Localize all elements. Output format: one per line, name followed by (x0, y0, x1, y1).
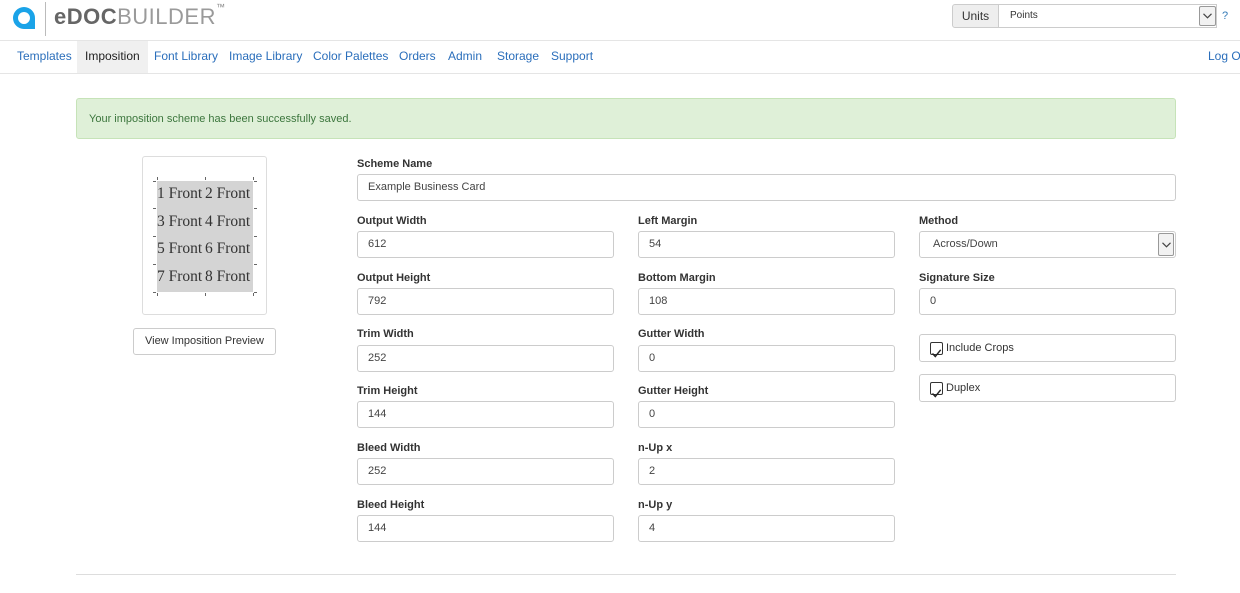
help-link[interactable]: ? (1222, 10, 1228, 22)
preview-cell: 2 Front (205, 185, 251, 202)
success-alert: Your imposition scheme has been successf… (76, 98, 1176, 139)
crop-mark (254, 208, 257, 209)
n-up-y-input[interactable]: 4 (638, 515, 895, 542)
crop-mark (254, 264, 257, 265)
bleed-width-label: Bleed Width (357, 442, 421, 454)
brand-logo-text[interactable]: eDOCBUILDER™ (54, 2, 226, 30)
preview-row: 3 Front 4 Front (157, 209, 253, 235)
gutter-height-input[interactable]: 0 (638, 401, 895, 428)
edoc-logo-icon[interactable] (10, 3, 38, 33)
left-margin-input[interactable]: 54 (638, 231, 895, 258)
crop-mark (254, 236, 257, 237)
preview-cell: 4 Front (205, 213, 251, 230)
gutter-width-input[interactable]: 0 (638, 345, 895, 372)
logo-divider (45, 2, 46, 36)
n-up-x-input[interactable]: 2 (638, 458, 895, 485)
include-crops-label: Include Crops (946, 342, 1014, 354)
crop-mark (153, 292, 156, 293)
units-select[interactable]: Points (999, 4, 1217, 28)
main-nav: Templates Imposition Font Library Image … (0, 41, 1240, 74)
nav-admin[interactable]: Admin (448, 41, 482, 73)
output-width-label: Output Width (357, 215, 427, 227)
gutter-width-label: Gutter Width (638, 328, 705, 340)
preview-row: 1 Front 2 Front (157, 181, 253, 207)
crop-mark (253, 293, 254, 296)
logout-link[interactable]: Log Out (1208, 41, 1240, 72)
preview-row: 5 Front 6 Front (157, 236, 253, 262)
bleed-height-label: Bleed Height (357, 499, 425, 511)
checkmark-icon (931, 389, 942, 398)
signature-size-label: Signature Size (919, 272, 995, 284)
preview-cell: 8 Front (205, 268, 251, 285)
left-margin-label: Left Margin (638, 215, 698, 227)
checkmark-icon (931, 349, 942, 358)
gutter-height-label: Gutter Height (638, 385, 709, 397)
units-select-value: Points (1010, 10, 1038, 21)
crop-mark (157, 293, 158, 296)
bleed-width-input[interactable]: 252 (357, 458, 614, 485)
n-up-y-label: n-Up y (638, 499, 673, 511)
duplex-field[interactable]: Duplex (919, 374, 1176, 402)
scheme-name-label: Scheme Name (357, 158, 433, 170)
crop-mark (205, 293, 206, 296)
brand-bold: eDOC (54, 4, 118, 29)
method-select-value: Across/Down (933, 238, 998, 250)
include-crops-checkbox[interactable] (930, 342, 943, 358)
crop-mark (153, 264, 156, 265)
units-control: Units Points (952, 4, 1217, 28)
method-select[interactable]: Across/Down (919, 231, 1176, 258)
bottom-margin-label: Bottom Margin (638, 272, 716, 284)
preview-cell: 7 Front (157, 268, 203, 285)
scheme-name-input[interactable]: Example Business Card (357, 174, 1176, 201)
signature-size-input[interactable]: 0 (919, 288, 1176, 315)
output-height-input[interactable]: 792 (357, 288, 614, 315)
brand-trademark: ™ (215, 2, 226, 12)
crop-mark (253, 177, 254, 180)
crop-mark (254, 181, 257, 182)
crop-mark (153, 208, 156, 209)
nav-color-palettes[interactable]: Color Palettes (313, 41, 388, 73)
app-header: eDOCBUILDER™ Units Points ? (0, 0, 1240, 41)
trim-height-input[interactable]: 144 (357, 401, 614, 428)
n-up-x-label: n-Up x (638, 442, 673, 454)
nav-support[interactable]: Support (551, 41, 593, 73)
trim-height-label: Trim Height (357, 385, 418, 397)
chevron-down-icon[interactable] (1199, 6, 1216, 26)
nav-imposition[interactable]: Imposition (77, 41, 148, 73)
imposition-grid: 1 Front 2 Front 3 Front 4 Front 5 Front 6 F… (157, 181, 253, 292)
nav-orders[interactable]: Orders (399, 41, 436, 73)
include-crops-field[interactable]: Include Crops (919, 334, 1176, 362)
bottom-margin-input[interactable]: 108 (638, 288, 895, 315)
duplex-checkbox[interactable] (930, 382, 943, 398)
preview-cell: 1 Front (157, 185, 203, 202)
bleed-height-input[interactable]: 144 (357, 515, 614, 542)
nav-storage[interactable]: Storage (497, 41, 539, 73)
brand-light: BUILDER (117, 4, 216, 29)
preview-row: 7 Front 8 Front (157, 264, 253, 290)
duplex-label: Duplex (946, 382, 981, 394)
crop-mark (157, 177, 158, 180)
chevron-down-icon[interactable] (1158, 233, 1174, 256)
imposition-thumbnail: 1 Front 2 Front 3 Front 4 Front 5 Front 6 F… (142, 156, 267, 315)
output-width-input[interactable]: 612 (357, 231, 614, 258)
trim-width-label: Trim Width (357, 328, 414, 340)
preview-cell: 3 Front (157, 213, 203, 230)
crop-mark (153, 181, 156, 182)
view-imposition-preview-button[interactable]: View Imposition Preview (133, 328, 276, 355)
crop-mark (254, 292, 257, 293)
output-height-label: Output Height (357, 272, 431, 284)
method-label: Method (919, 215, 959, 227)
nav-font-library[interactable]: Font Library (154, 41, 218, 73)
preview-cell: 6 Front (205, 240, 251, 257)
preview-cell: 5 Front (157, 240, 203, 257)
nav-templates[interactable]: Templates (17, 41, 72, 73)
crop-mark (205, 177, 206, 180)
crop-mark (153, 236, 156, 237)
nav-image-library[interactable]: Image Library (229, 41, 302, 73)
units-label: Units (952, 4, 999, 28)
trim-width-input[interactable]: 252 (357, 345, 614, 372)
footer-divider (76, 574, 1176, 575)
